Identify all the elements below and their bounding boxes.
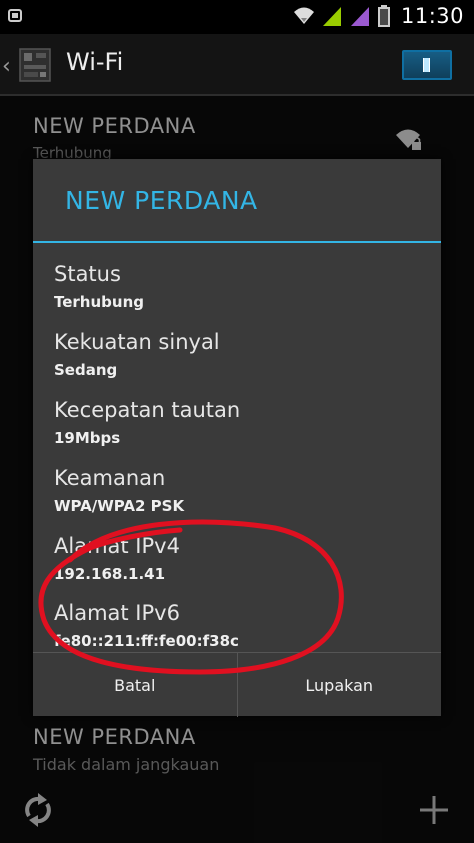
- field-label: Kecepatan tautan: [54, 398, 241, 422]
- dialog-button-bar: Batal Lupakan: [33, 652, 441, 717]
- field-label: Kekuatan sinyal: [54, 330, 220, 354]
- status-icons: 11:30: [293, 4, 464, 28]
- field-value: 19Mbps: [54, 429, 121, 447]
- toggle-knob: [423, 58, 430, 72]
- wifi-toggle-switch[interactable]: [402, 50, 452, 80]
- cancel-button[interactable]: Batal: [33, 653, 237, 717]
- field-value: fe80::211:ff:fe00:f38c: [54, 632, 239, 650]
- dialog-header: NEW PERDANA: [33, 159, 441, 243]
- field-value: WPA/WPA2 PSK: [54, 497, 185, 515]
- settings-app-icon[interactable]: [16, 47, 54, 83]
- back-chevron-icon[interactable]: ‹: [2, 54, 11, 79]
- field-value: Terhubung: [54, 293, 144, 311]
- clock: 11:30: [400, 4, 464, 28]
- field-label: Keamanan: [54, 466, 166, 490]
- forget-button[interactable]: Lupakan: [238, 653, 442, 717]
- field-label: Alamat IPv4: [54, 534, 180, 558]
- wifi-icon: [293, 7, 314, 24]
- action-bar: ‹ Wi-Fi: [0, 34, 474, 96]
- dialog-title: NEW PERDANA: [65, 186, 258, 215]
- screen: 11:30 ‹ Wi-Fi NEW PERDANA Terhubung NEW …: [0, 0, 474, 843]
- link-speed-field: Kecepatan tautan 19Mbps: [54, 397, 424, 447]
- security-field: Keamanan WPA/WPA2 PSK: [54, 465, 424, 515]
- field-label: Alamat IPv6: [54, 601, 180, 625]
- page-title: Wi-Fi: [66, 48, 124, 76]
- ipv4-address-field: Alamat IPv4 192.168.1.41: [54, 533, 424, 583]
- signal-icon-2: [350, 7, 369, 26]
- field-value: Sedang: [54, 361, 118, 379]
- bbm-icon: [8, 9, 22, 22]
- status-field: Status Terhubung: [54, 261, 424, 311]
- network-details-dialog: NEW PERDANA Status Terhubung Kekuatan si…: [33, 159, 441, 717]
- status-bar: 11:30: [0, 0, 474, 34]
- field-value: 192.168.1.41: [54, 565, 166, 583]
- signal-strength-field: Kekuatan sinyal Sedang: [54, 329, 424, 379]
- battery-icon: [377, 5, 390, 27]
- field-label: Status: [54, 262, 121, 286]
- ipv6-address-field: Alamat IPv6 fe80::211:ff:fe00:f38c: [54, 600, 424, 650]
- signal-icon: [322, 7, 341, 26]
